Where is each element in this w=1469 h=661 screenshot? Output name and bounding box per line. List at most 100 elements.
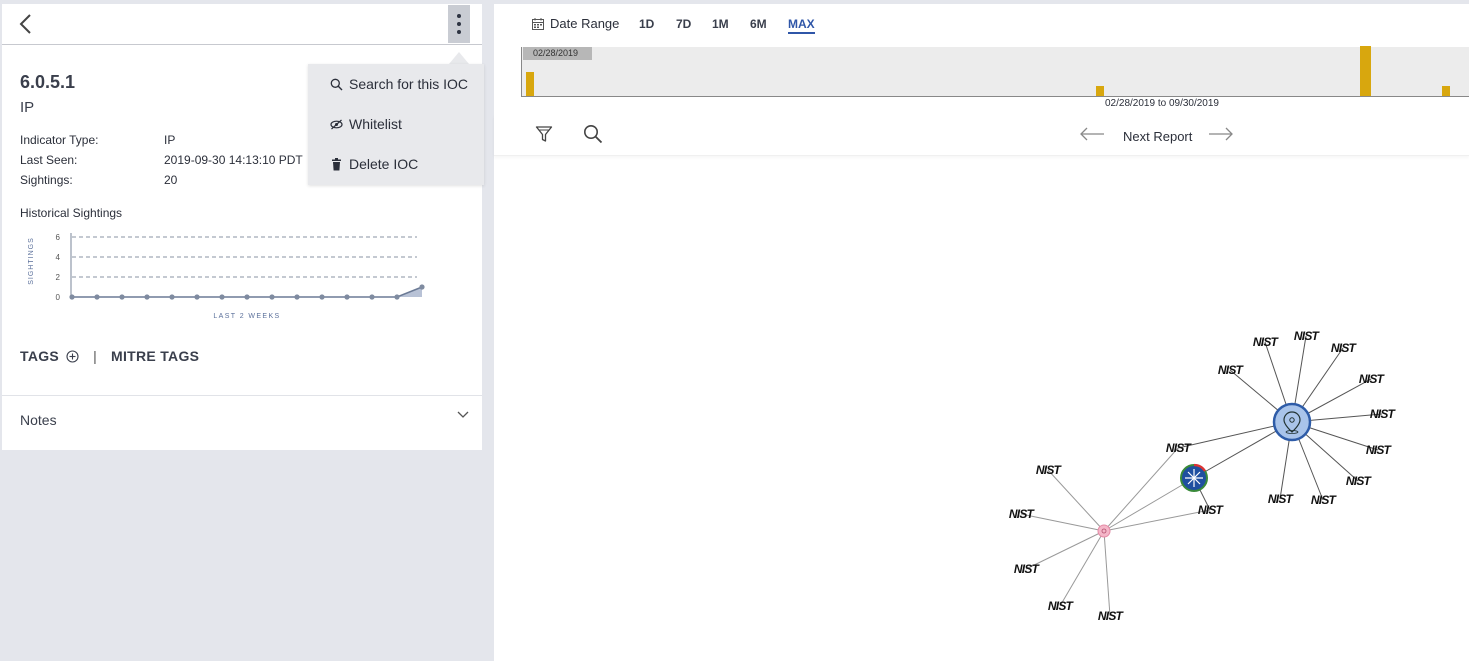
- next-report-button[interactable]: Next Report: [1123, 129, 1192, 144]
- y-tick-label: 0: [56, 293, 61, 302]
- arrow-left-icon[interactable]: [1079, 127, 1105, 141]
- data-point[interactable]: [369, 294, 375, 300]
- indicator-type-label: Indicator Type:: [20, 133, 99, 147]
- graph-toolbar: Next Report: [494, 114, 1469, 156]
- ip-node[interactable]: [1097, 524, 1111, 538]
- date-range-button[interactable]: Date Range: [532, 16, 619, 31]
- data-point[interactable]: [94, 294, 100, 300]
- range-1m-button[interactable]: 1M: [712, 17, 729, 31]
- date-range-label: Date Range: [550, 16, 620, 31]
- nist-node[interactable]: NIST: [1036, 463, 1063, 477]
- chevron-left-icon: [19, 14, 31, 34]
- graph-edge: [1103, 477, 1195, 532]
- nist-node[interactable]: NIST: [1253, 335, 1280, 349]
- y-axis-label: SIGHTINGS: [28, 237, 35, 285]
- more-options-menu: Search for this IOC Whitelist Delete IOC: [308, 64, 484, 185]
- timeline-range-label: 02/28/2019 to 09/30/2019: [1105, 98, 1219, 109]
- tags-separator: |: [93, 348, 97, 364]
- nist-node[interactable]: NIST: [1009, 507, 1036, 521]
- nist-node[interactable]: NIST: [1166, 441, 1193, 455]
- search-icon[interactable]: [583, 124, 603, 144]
- data-point[interactable]: [69, 294, 75, 300]
- menu-item-label: Whitelist: [349, 116, 402, 132]
- data-point[interactable]: [219, 294, 225, 300]
- trash-icon: [330, 157, 343, 171]
- nist-node[interactable]: NIST: [1014, 562, 1041, 576]
- range-max-button[interactable]: MAX: [788, 17, 815, 34]
- range-1d-button[interactable]: 1D: [639, 17, 654, 31]
- nist-node[interactable]: NIST: [1311, 493, 1338, 507]
- add-tag-button[interactable]: [66, 350, 79, 363]
- mitre-tags-label[interactable]: MITRE TAGS: [111, 348, 199, 364]
- kebab-dot-icon: [457, 14, 461, 18]
- menu-item-whitelist[interactable]: Whitelist: [330, 114, 402, 134]
- data-point[interactable]: [419, 284, 425, 290]
- data-point[interactable]: [344, 294, 350, 300]
- nist-node[interactable]: NIST: [1359, 372, 1386, 386]
- timeline-bar[interactable]: [1360, 46, 1372, 96]
- last-seen-label: Last Seen:: [20, 153, 78, 167]
- data-point[interactable]: [319, 294, 325, 300]
- y-tick-label: 6: [56, 233, 61, 242]
- menu-item-label: Search for this IOC: [349, 76, 469, 92]
- y-tick-label: 2: [56, 273, 61, 282]
- menu-item-search-ioc[interactable]: Search for this IOC: [330, 74, 468, 94]
- indicator-subtitle: IP: [20, 99, 35, 116]
- x-axis-label: LAST 2 WEEKS: [213, 313, 280, 320]
- timeline-bar[interactable]: [1441, 86, 1450, 96]
- historical-sightings-chart: SIGHTINGS 6 4 2 0 LAST 2 WEEKS: [28, 233, 425, 320]
- sightings-timeline[interactable]: 02/28/2019: [521, 46, 1469, 97]
- nist-node[interactable]: NIST: [1294, 329, 1321, 343]
- menu-pointer: [449, 52, 469, 64]
- nist-node[interactable]: NIST: [1366, 443, 1393, 457]
- search-icon: [330, 78, 343, 91]
- data-point[interactable]: [244, 294, 250, 300]
- graph-edge: [1020, 513, 1105, 532]
- plus-circle-icon: [66, 350, 79, 363]
- tags-label: TAGS: [20, 348, 60, 364]
- data-point[interactable]: [394, 294, 400, 300]
- timeline-bar[interactable]: [525, 72, 534, 96]
- sightings-label: Sightings:: [20, 173, 73, 187]
- nist-node[interactable]: NIST: [1218, 363, 1245, 377]
- calendar-icon: [532, 17, 544, 30]
- notes-label: Notes: [20, 412, 57, 428]
- tags-row: TAGS | MITRE TAGS: [20, 348, 199, 364]
- chevron-down-icon[interactable]: [456, 410, 470, 420]
- kebab-dot-icon: [457, 22, 461, 26]
- indicator-type-value: IP: [164, 133, 176, 147]
- nist-node[interactable]: NIST: [1331, 341, 1358, 355]
- range-6m-button[interactable]: 6M: [750, 17, 767, 31]
- back-button[interactable]: [16, 12, 36, 36]
- notes-section[interactable]: Notes: [2, 395, 482, 450]
- last-seen-value: 2019-09-30 14:13:10 PDT: [164, 153, 303, 167]
- more-options-button[interactable]: [448, 5, 470, 43]
- timeline-bar[interactable]: [1096, 86, 1105, 96]
- nist-node[interactable]: NIST: [1268, 492, 1295, 506]
- relationship-graph[interactable]: NIST NIST NIST NIST NIST NIST NIST NIST NIST NIST…: [494, 160, 1469, 660]
- date-toolbar: Date Range 1D 7D 1M 6M MAX: [494, 4, 1469, 44]
- range-7d-button[interactable]: 7D: [676, 17, 691, 31]
- nist-node[interactable]: NIST: [1346, 474, 1373, 488]
- data-point[interactable]: [119, 294, 125, 300]
- data-point[interactable]: [294, 294, 300, 300]
- data-point[interactable]: [169, 294, 175, 300]
- eye-slash-icon: [330, 118, 343, 131]
- report-node[interactable]: [1180, 463, 1208, 492]
- graph-edge: [1103, 530, 1111, 617]
- filter-icon[interactable]: [535, 125, 553, 143]
- menu-item-label: Delete IOC: [349, 156, 419, 172]
- data-point[interactable]: [194, 294, 200, 300]
- kebab-dot-icon: [457, 30, 461, 34]
- nist-node[interactable]: NIST: [1198, 503, 1225, 517]
- menu-item-delete-ioc[interactable]: Delete IOC: [330, 154, 418, 174]
- graph-edge: [1047, 469, 1105, 532]
- nist-node[interactable]: NIST: [1048, 599, 1075, 613]
- location-hub-node[interactable]: [1272, 402, 1312, 442]
- nist-node[interactable]: NIST: [1098, 609, 1125, 623]
- data-point[interactable]: [144, 294, 150, 300]
- nist-node[interactable]: NIST: [1370, 407, 1397, 421]
- historical-sightings-label: Historical Sightings: [20, 206, 123, 220]
- data-point[interactable]: [269, 294, 275, 300]
- arrow-right-icon[interactable]: [1208, 127, 1234, 141]
